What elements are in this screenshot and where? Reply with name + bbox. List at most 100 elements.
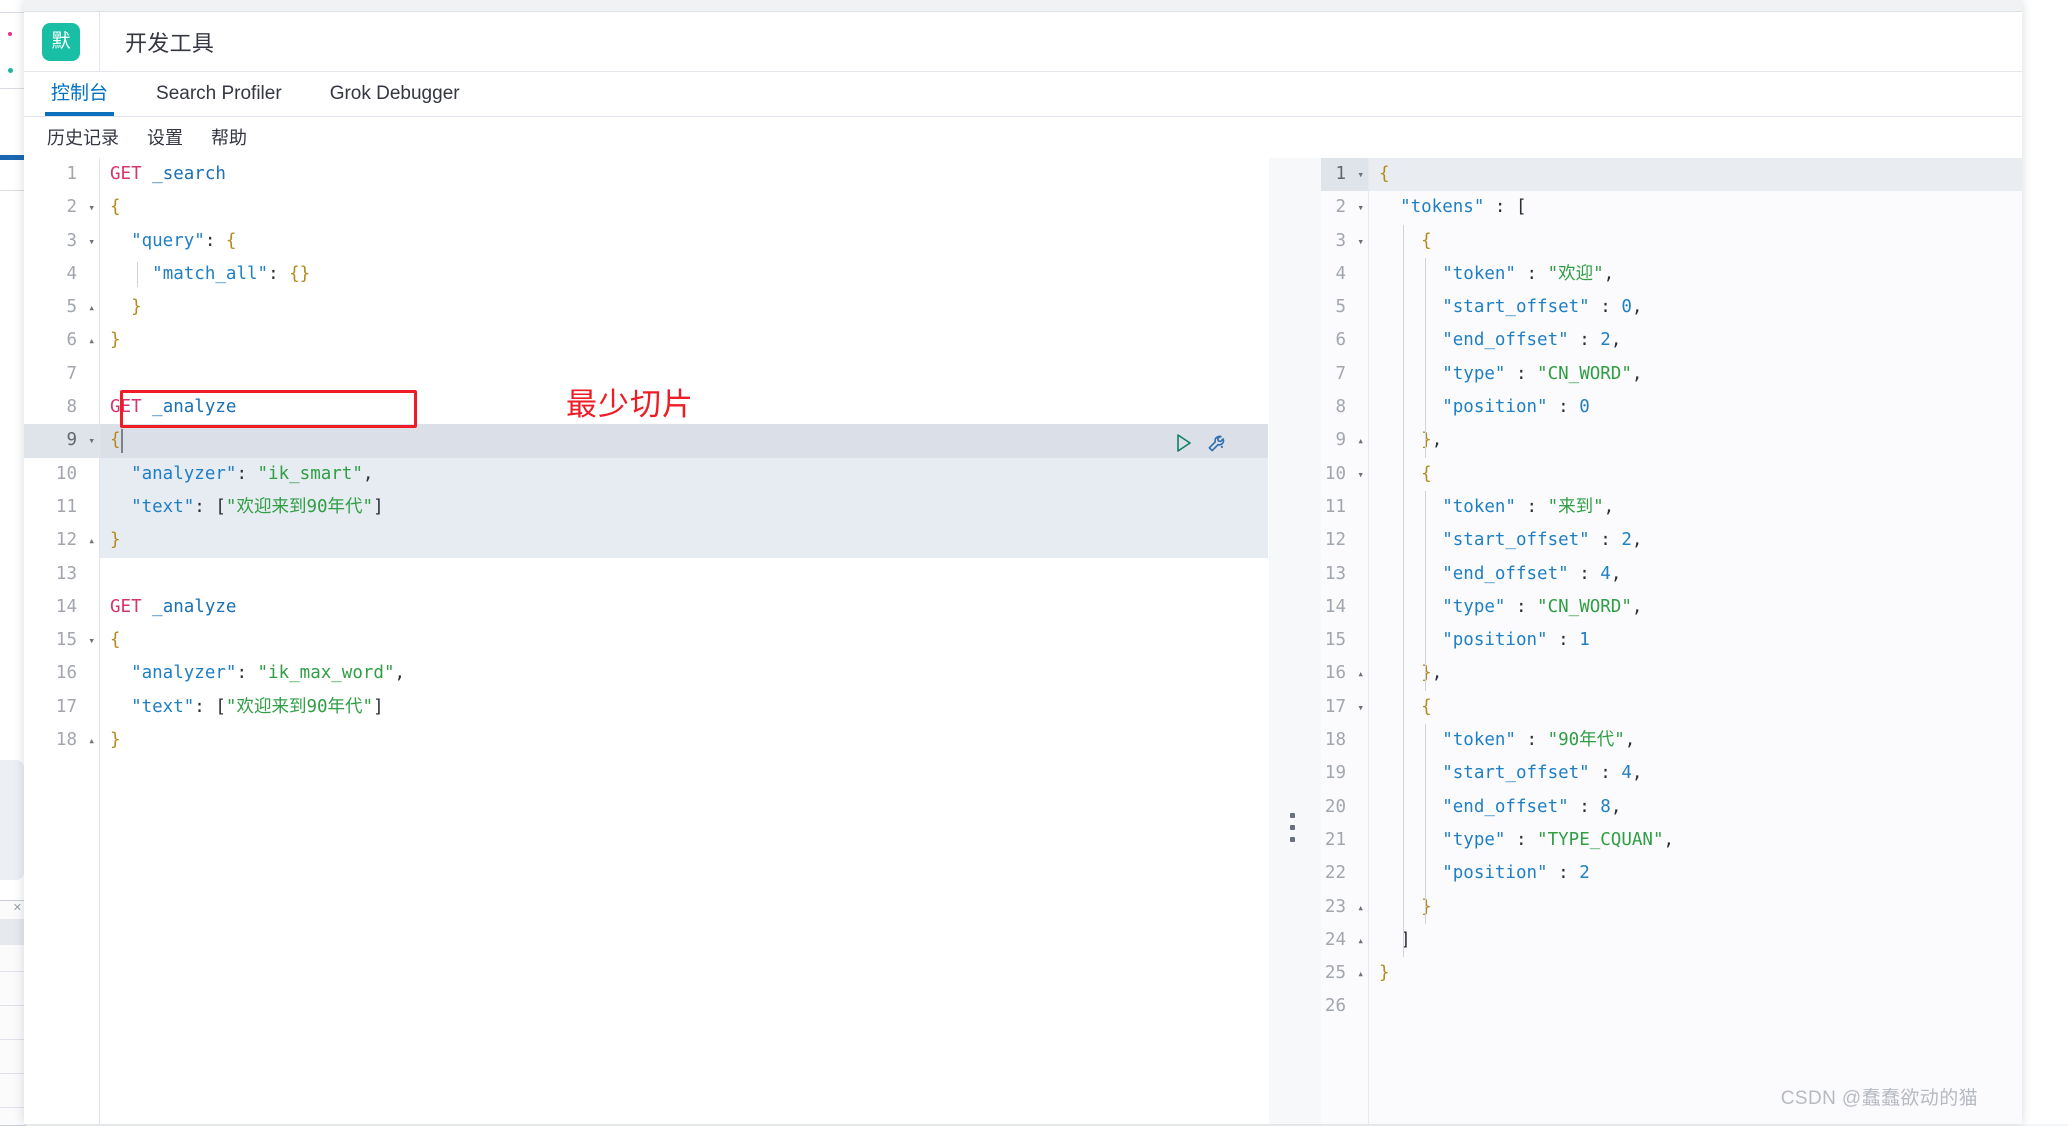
code-line: "token" : "欢迎",	[1442, 263, 1615, 284]
drag-handle-icon[interactable]	[1290, 813, 1296, 847]
code-line: {	[110, 430, 121, 451]
line-number: 12	[1324, 530, 1346, 551]
response-editor[interactable]: 1 ▾ 2 ▾ 3 ▾ 4 5 6 7 8 9 ▴ 10 ▾ 11 12 13 14 15 16 ▴ 17 ▾ 18 19 20 21…	[1321, 158, 2022, 1124]
code-line: {	[110, 197, 121, 218]
fold-toggle-icon[interactable]: ▾	[1357, 191, 1364, 224]
wrench-icon[interactable]	[1205, 430, 1231, 456]
line-number: 9 ▴	[1321, 424, 1368, 457]
line-number: 2 ▾	[1321, 191, 1368, 224]
code-line: "query": {	[131, 230, 237, 251]
fold-toggle-icon[interactable]: ▴	[1357, 957, 1364, 990]
editor-content[interactable]: GET _search{ "query": { "match_all": {} …	[100, 158, 1268, 1124]
response-pane[interactable]: 1 ▾ 2 ▾ 3 ▾ 4 5 6 7 8 9 ▴ 10 ▾ 11 12 13 14 15 16 ▴ 17 ▾ 18 19 20 21…	[1321, 158, 2022, 1124]
watermark: CSDN @蠢蠢欲动的猫	[1780, 1088, 1978, 1109]
response-gutter: 1 ▾ 2 ▾ 3 ▾ 4 5 6 7 8 9 ▴ 10 ▾ 11 12 13 14 15 16 ▴ 17 ▾ 18 19 20 21…	[1321, 158, 1369, 1124]
request-editor[interactable]: 1 2 ▾ 3 ▾ 4 5 ▴ 6 ▴ 7 8 9 ▾ 10 11 12 ▴ 13 14 15 ▾ 16 17 18 ▴ GET …	[24, 158, 1268, 1124]
line-number: 22	[1324, 863, 1346, 884]
fold-toggle-icon[interactable]: ▾	[1357, 158, 1364, 191]
code-line: "type" : "CN_WORD",	[1442, 363, 1643, 384]
line-number: 13	[1324, 563, 1346, 584]
line-number: 3 ▾	[1321, 225, 1368, 258]
response-content: { "tokens" : [ { "token" : "欢迎", "start_…	[1369, 158, 2022, 1124]
fold-toggle-icon[interactable]: ▴	[88, 324, 95, 357]
code-line: "position" : 0	[1442, 397, 1590, 418]
line-number: 14	[1324, 596, 1346, 617]
request-editor-pane[interactable]: 1 2 ▾ 3 ▾ 4 5 ▴ 6 ▴ 7 8 9 ▾ 10 11 12 ▴ 13 14 15 ▾ 16 17 18 ▴ GET …	[24, 158, 1268, 1124]
code-line: "start_offset" : 4,	[1442, 763, 1643, 784]
fold-toggle-icon[interactable]: ▴	[1357, 657, 1364, 690]
code-line: "end_offset" : 4,	[1442, 563, 1622, 584]
play-icon[interactable]	[1171, 431, 1195, 455]
fold-toggle-icon[interactable]: ▴	[88, 724, 95, 757]
line-number: 14	[55, 596, 77, 617]
code-line: },	[1421, 663, 1443, 684]
fold-toggle-icon[interactable]: ▴	[1357, 891, 1364, 924]
code-line: "end_offset" : 2,	[1442, 330, 1622, 351]
line-number: 24 ▴	[1321, 924, 1368, 957]
code-line: "token" : "来到",	[1442, 496, 1615, 517]
code-line: {	[1379, 164, 1390, 184]
fold-toggle-icon[interactable]: ▾	[88, 624, 95, 657]
line-number: 7	[66, 363, 77, 384]
fold-toggle-icon[interactable]: ▴	[1357, 424, 1364, 457]
fold-toggle-icon[interactable]: ▴	[1357, 924, 1364, 957]
code-line: {	[1421, 463, 1432, 484]
request-actions[interactable]	[1171, 430, 1231, 456]
line-number: 2 ▾	[24, 191, 99, 224]
fold-toggle-icon[interactable]: ▴	[88, 524, 95, 557]
code-line: ]	[1400, 929, 1411, 950]
fold-toggle-icon[interactable]: ▾	[88, 225, 95, 258]
fold-toggle-icon[interactable]: ▾	[88, 424, 95, 457]
code-line: "match_all": {}	[152, 263, 311, 284]
code-line: "text": ["欢迎来到90年代"]	[131, 496, 384, 517]
fold-toggle-icon[interactable]: ▾	[1357, 691, 1364, 724]
line-number: 17 ▾	[1321, 691, 1368, 724]
console-body: 1 2 ▾ 3 ▾ 4 5 ▴ 6 ▴ 7 8 9 ▾ 10 11 12 ▴ 13 14 15 ▾ 16 17 18 ▴ GET …	[24, 158, 2022, 1124]
line-number: 6 ▴	[24, 324, 99, 357]
code-line: {	[1421, 696, 1432, 717]
line-number: 8	[66, 397, 77, 418]
line-number: 6	[1335, 330, 1346, 351]
menu-item-history[interactable]: 历史记录	[47, 129, 119, 147]
line-number: 19	[1324, 763, 1346, 784]
annotation-label: 最少切片	[566, 387, 694, 423]
fold-toggle-icon[interactable]: ▾	[1357, 225, 1364, 258]
line-number: 20	[1324, 796, 1346, 817]
tab-console[interactable]: 控制台	[44, 84, 115, 116]
code-line: "text": ["欢迎来到90年代"]	[131, 696, 384, 717]
code-line: "end_offset" : 8,	[1442, 796, 1622, 817]
line-number: 13	[55, 563, 77, 584]
code-line: GET _analyze	[110, 596, 237, 617]
code-line: }	[131, 297, 142, 318]
code-line: GET _search	[110, 164, 226, 184]
line-number: 21	[1324, 829, 1346, 850]
fold-toggle-icon[interactable]: ▴	[88, 291, 95, 324]
code-line: {	[110, 630, 121, 651]
console-menu-bar: 历史记录 设置 帮助	[24, 118, 2022, 158]
space-avatar[interactable]: 默	[42, 22, 80, 61]
line-number: 16	[55, 663, 77, 684]
fold-toggle-icon[interactable]: ▾	[88, 191, 95, 224]
code-line: "tokens" : [	[1400, 197, 1527, 218]
tab-search-profiler[interactable]: Search Profiler	[152, 84, 286, 116]
code-line: "type" : "CN_WORD",	[1442, 596, 1643, 617]
line-number: 26	[1324, 996, 1346, 1017]
line-number: 23 ▴	[1321, 891, 1368, 924]
tab-grok-debugger[interactable]: Grok Debugger	[326, 84, 464, 116]
fold-toggle-icon[interactable]: ▾	[1357, 458, 1364, 491]
line-number: 16 ▴	[1321, 657, 1368, 690]
line-number: 4	[66, 263, 77, 284]
pane-splitter[interactable]	[1268, 158, 1322, 1124]
line-number: 25 ▴	[1321, 957, 1368, 990]
line-number: 11	[55, 496, 77, 517]
menu-item-help[interactable]: 帮助	[211, 129, 247, 147]
close-icon: ✕	[12, 902, 22, 914]
line-number: 15	[1324, 630, 1346, 651]
menu-item-settings[interactable]: 设置	[147, 129, 183, 147]
code-line: },	[1421, 430, 1443, 451]
page-title: 开发工具	[125, 30, 215, 56]
tab-bar: 控制台 Search Profiler Grok Debugger	[24, 72, 2022, 117]
code-line: }	[110, 330, 121, 351]
code-line: }	[1421, 896, 1432, 917]
background-dialog: ✕	[0, 900, 26, 1126]
